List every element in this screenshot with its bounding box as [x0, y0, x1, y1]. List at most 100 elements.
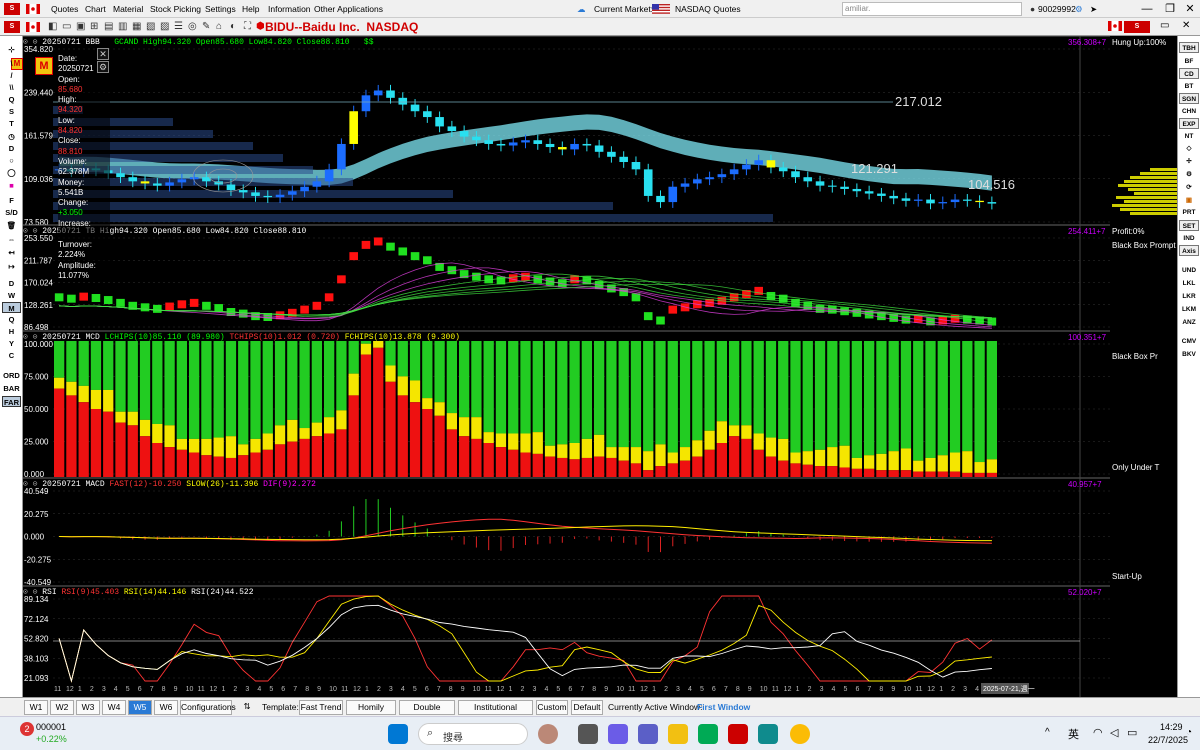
menu-help[interactable]: Help: [242, 4, 259, 14]
toolbar-icon-9[interactable]: ▨: [160, 21, 169, 32]
toolbar-icon-2[interactable]: ▭: [62, 21, 71, 32]
tab-w3[interactable]: W3: [76, 700, 100, 715]
panel2-icons[interactable]: ⊙ ⊙: [23, 227, 42, 236]
menu-other-applications[interactable]: Other Applications: [314, 4, 383, 14]
tool-d[interactable]: D: [2, 143, 21, 154]
toolbar-icon-7[interactable]: ▦: [132, 21, 141, 32]
input-language[interactable]: 英: [1068, 726, 1079, 742]
menu-information[interactable]: Information: [268, 4, 311, 14]
btn-ind[interactable]: IND: [1179, 233, 1199, 244]
taskbar-search[interactable]: ⌕ 搜尋: [418, 723, 528, 745]
tab-w5[interactable]: W5: [128, 700, 152, 715]
copilot-icon[interactable]: [608, 724, 628, 744]
tooltip-close-icon[interactable]: ✕: [97, 48, 109, 60]
teams-icon[interactable]: [638, 724, 658, 744]
delete-icon[interactable]: 🗑: [2, 220, 21, 231]
line-tool-1[interactable]: \: [2, 58, 21, 69]
widget-icon[interactable]: [538, 724, 558, 744]
m-indicator-badge[interactable]: M: [35, 57, 53, 75]
color-tool-icon[interactable]: ■: [2, 180, 21, 191]
pan-right-icon[interactable]: ↦: [2, 261, 21, 272]
btn-lkm[interactable]: LKM: [1179, 304, 1199, 315]
tool-s[interactable]: S: [2, 106, 21, 117]
btn-lkl[interactable]: LKL: [1179, 278, 1199, 289]
btn-bf[interactable]: BF: [1179, 56, 1199, 67]
folder-icon[interactable]: ▣: [1179, 195, 1199, 206]
period-m[interactable]: M: [2, 302, 21, 313]
volume-icon[interactable]: ◁: [1110, 726, 1118, 739]
menu-settings[interactable]: Settings: [205, 4, 236, 14]
btn-set[interactable]: SET: [1179, 220, 1199, 231]
btn-prt[interactable]: PRT: [1179, 207, 1199, 218]
canada-flag-icon-2[interactable]: [26, 22, 40, 32]
tooltip-settings-icon[interactable]: ⚙: [97, 61, 109, 73]
canada-flag-icon[interactable]: [26, 4, 40, 14]
btn-exp[interactable]: EXP: [1179, 118, 1199, 129]
wifi-icon[interactable]: ◠: [1093, 726, 1103, 739]
clock-icon[interactable]: ◷: [2, 131, 21, 142]
settings-icon[interactable]: ⚙: [1075, 4, 1083, 15]
toolbar-icon-15[interactable]: ⛶: [244, 21, 251, 32]
tool-f[interactable]: F: [2, 195, 21, 206]
tray-chevron-icon[interactable]: ^: [1045, 727, 1050, 738]
circle-tool-icon[interactable]: ○: [2, 155, 21, 166]
app-icon-1[interactable]: [698, 724, 718, 744]
period-h[interactable]: H: [2, 326, 21, 337]
tool-ord[interactable]: ORD: [2, 370, 21, 381]
btn-bt[interactable]: BT: [1179, 81, 1199, 92]
panel5-icons[interactable]: ⊙ ⊙: [23, 588, 42, 597]
btn-lkr[interactable]: LKR: [1179, 291, 1199, 302]
toolbar-icon-4[interactable]: ⊞: [90, 21, 98, 32]
drag-icon[interactable]: ⇔: [2, 234, 21, 245]
clock-time[interactable]: 14:29: [1160, 722, 1183, 732]
period-d[interactable]: D: [2, 278, 21, 289]
btn-chn[interactable]: CHN: [1179, 106, 1199, 117]
period-q[interactable]: Q: [2, 314, 21, 325]
tool-q[interactable]: Q: [2, 94, 21, 105]
period-y[interactable]: Y: [2, 338, 21, 349]
toolbar-icon-8[interactable]: ▧: [146, 21, 155, 32]
app-icon-2[interactable]: [728, 724, 748, 744]
template-default[interactable]: Default: [571, 700, 603, 715]
menu-stock-picking[interactable]: Stock Picking: [150, 4, 201, 14]
toolbar-icon-3[interactable]: ▣: [76, 21, 85, 32]
template-fast-trend[interactable]: Fast Trend: [299, 700, 343, 715]
tab-w2[interactable]: W2: [50, 700, 74, 715]
close-button[interactable]: ✕: [1180, 2, 1200, 16]
toolbar-icon-13[interactable]: ⌂: [216, 21, 222, 32]
toolbar-icon-6[interactable]: ▥: [118, 21, 127, 32]
template-custom[interactable]: Custom: [536, 700, 568, 715]
battery-icon[interactable]: ▭: [1127, 726, 1137, 739]
btn-bkv[interactable]: BKV: [1179, 349, 1199, 360]
minimize-button[interactable]: —: [1137, 2, 1157, 16]
btn-axis[interactable]: Axis: [1179, 245, 1199, 256]
toolbar-icon-12[interactable]: ✎: [202, 21, 210, 32]
chart-canvas[interactable]: 354.820239.440161.579109.03673.580253.55…: [23, 36, 1110, 697]
compass-icon[interactable]: ✢: [1179, 156, 1199, 167]
market-value[interactable]: NASDAQ Quotes: [675, 4, 741, 14]
menu-chart[interactable]: Chart: [85, 4, 106, 14]
toolbar-icon-5[interactable]: ▤: [104, 21, 113, 32]
panel4-icons[interactable]: ⊙ ⊙: [23, 480, 42, 489]
template-double-swords[interactable]: Double Swords: [399, 700, 455, 725]
tool-far[interactable]: FAR: [2, 396, 21, 407]
notification-badge[interactable]: 2: [20, 722, 34, 736]
configurations-tab[interactable]: Configurations: [180, 700, 236, 715]
line-tool-2[interactable]: /: [2, 70, 21, 81]
windows-start-icon[interactable]: [388, 724, 408, 744]
close-chart-button[interactable]: ✕: [1182, 20, 1190, 31]
tab-w6[interactable]: W6: [154, 700, 178, 715]
period-w[interactable]: W: [2, 290, 21, 301]
toolbar-icon-1[interactable]: ◧: [48, 21, 57, 32]
template-institutional-arbitrage[interactable]: Institutional Arbitrage: [458, 700, 533, 725]
template-homily-wave[interactable]: Homily Wave: [346, 700, 396, 725]
gear-icon[interactable]: ⚙: [1179, 169, 1199, 180]
menu-material[interactable]: Material: [113, 4, 143, 14]
maximize-button[interactable]: ❐: [1160, 2, 1180, 16]
btn-tbh[interactable]: TBH: [1179, 42, 1199, 53]
panel1-icons[interactable]: ⊙ ⊙: [23, 38, 42, 47]
app-icon-3[interactable]: [758, 724, 778, 744]
search-box[interactable]: amiliar.: [842, 2, 1022, 16]
line-tool-3[interactable]: \\: [2, 82, 21, 93]
restore-button[interactable]: ▭: [1160, 20, 1169, 31]
